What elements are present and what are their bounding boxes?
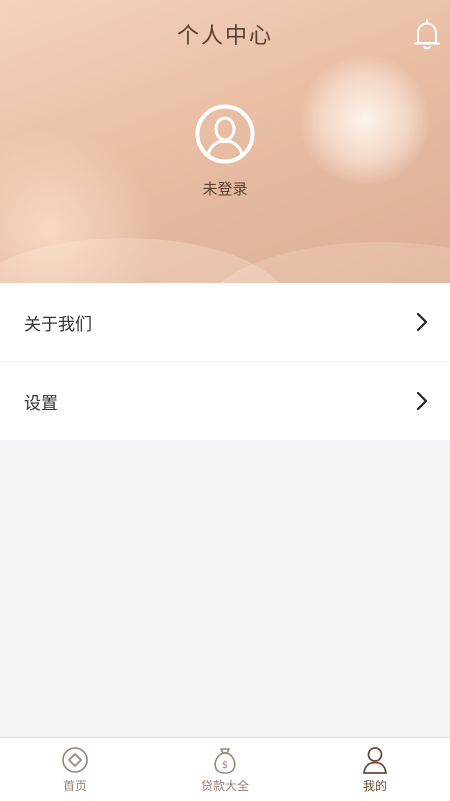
tab-mine[interactable]: 我的 [300,738,450,801]
tab-loans[interactable]: $ 贷款大全 [150,738,300,801]
login-status-text[interactable]: 未登录 [0,178,450,199]
header-glow-decoration [300,55,430,185]
menu-item-label: 设置 [24,393,58,414]
chevron-right-icon [416,312,428,332]
tab-label: 首页 [62,779,87,793]
money-bag-icon: $ [211,745,239,775]
menu-item-label: 关于我们 [24,314,92,335]
settings-menu: 关于我们 设置 [0,283,450,440]
user-avatar-icon[interactable] [195,104,255,164]
chevron-right-icon [416,391,428,411]
bell-icon[interactable] [412,18,442,52]
tab-home[interactable]: 首页 [0,738,150,801]
user-icon [361,745,389,775]
profile-header: 个人中心 未登录 [0,0,450,283]
tab-label: 我的 [362,779,387,793]
svg-text:$: $ [222,760,228,771]
menu-item-settings[interactable]: 设置 [0,361,450,440]
home-diamond-icon [61,745,89,775]
bottom-tab-bar: 首页 $ 贷款大全 我的 [0,737,450,801]
page-title: 个人中心 [176,24,273,49]
tab-label: 贷款大全 [200,779,249,793]
menu-item-about-us[interactable]: 关于我们 [0,283,450,361]
